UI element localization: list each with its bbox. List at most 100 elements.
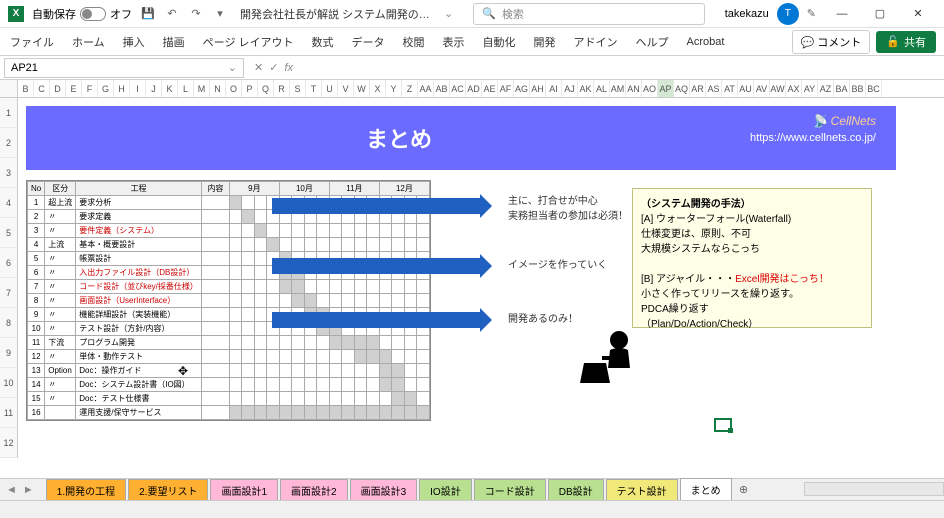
col-header-R[interactable]: R	[274, 80, 290, 97]
col-header-Y[interactable]: Y	[386, 80, 402, 97]
col-header-T[interactable]: T	[306, 80, 322, 97]
tab-nav-arrows[interactable]: ◄ ►	[6, 484, 34, 496]
new-sheet-button[interactable]: ⊕	[734, 483, 754, 496]
col-header-K[interactable]: K	[162, 80, 178, 97]
col-header-AO[interactable]: AO	[642, 80, 658, 97]
col-header-AG[interactable]: AG	[514, 80, 530, 97]
username-label[interactable]: takekazu	[725, 8, 769, 20]
col-header-AH[interactable]: AH	[530, 80, 546, 97]
row-header-9[interactable]: 9	[0, 338, 17, 368]
col-header-H[interactable]: H	[114, 80, 130, 97]
row-header-4[interactable]: 4	[0, 188, 17, 218]
redo-icon[interactable]: ↷	[188, 6, 204, 22]
sheet-tab-2.要望リスト[interactable]: 2.要望リスト	[128, 479, 208, 501]
horizontal-scrollbar[interactable]	[804, 478, 944, 500]
col-header-AN[interactable]: AN	[626, 80, 642, 97]
ribbon-tab-ホーム[interactable]: ホーム	[70, 30, 107, 54]
ribbon-tab-ページ レイアウト[interactable]: ページ レイアウト	[201, 30, 296, 54]
col-header-BB[interactable]: BB	[850, 80, 866, 97]
sheet-tab-画面設計1[interactable]: 画面設計1	[210, 479, 278, 501]
cancel-icon[interactable]: ✕	[254, 61, 263, 74]
col-header-X[interactable]: X	[370, 80, 386, 97]
fx-icon[interactable]: fx	[284, 62, 293, 74]
row-header-1[interactable]: 1	[0, 98, 17, 128]
worksheet-area[interactable]: 123456789101112 まとめ 📡 CellNets https://w…	[0, 98, 944, 478]
col-header-AS[interactable]: AS	[706, 80, 722, 97]
row-header-3[interactable]: 3	[0, 158, 17, 188]
col-header-S[interactable]: S	[290, 80, 306, 97]
col-header-AX[interactable]: AX	[786, 80, 802, 97]
avatar[interactable]: T	[777, 3, 799, 25]
col-header-O[interactable]: O	[226, 80, 242, 97]
ribbon-tab-ファイル[interactable]: ファイル	[8, 30, 56, 54]
ribbon-tab-校閲[interactable]: 校閲	[401, 30, 427, 54]
col-header-AE[interactable]: AE	[482, 80, 498, 97]
maximize-button[interactable]: ▢	[862, 2, 898, 26]
col-header-W[interactable]: W	[354, 80, 370, 97]
row-header-6[interactable]: 6	[0, 248, 17, 278]
col-header-AC[interactable]: AC	[450, 80, 466, 97]
col-header-AT[interactable]: AT	[722, 80, 738, 97]
ribbon-tab-ヘルプ[interactable]: ヘルプ	[634, 30, 671, 54]
col-header-AF[interactable]: AF	[498, 80, 514, 97]
search-input[interactable]: 🔍 検索	[473, 3, 705, 25]
row-header-2[interactable]: 2	[0, 128, 17, 158]
sheet-tab-まとめ[interactable]: まとめ	[680, 478, 732, 502]
col-header-AM[interactable]: AM	[610, 80, 626, 97]
col-header-B[interactable]: B	[18, 80, 34, 97]
sheet-tab-画面設計2[interactable]: 画面設計2	[280, 479, 348, 501]
row-header-12[interactable]: 12	[0, 428, 17, 458]
col-header-V[interactable]: V	[338, 80, 354, 97]
autosave-toggle[interactable]: 自動保存 オフ	[32, 6, 132, 22]
col-header-M[interactable]: M	[194, 80, 210, 97]
sheet-tab-DB設計[interactable]: DB設計	[548, 479, 604, 501]
col-header-AD[interactable]: AD	[466, 80, 482, 97]
namebox-dropdown-icon[interactable]: ⌄	[228, 61, 237, 74]
close-button[interactable]: ✕	[900, 2, 936, 26]
col-header-G[interactable]: G	[98, 80, 114, 97]
col-header-P[interactable]: P	[242, 80, 258, 97]
ribbon-tab-アドイン[interactable]: アドイン	[572, 30, 620, 54]
sheet-tab-画面設計3[interactable]: 画面設計3	[350, 479, 418, 501]
sheet-tab-IO設計[interactable]: IO設計	[419, 479, 472, 501]
title-dropdown-icon[interactable]: ⌄	[444, 7, 453, 20]
col-header-C[interactable]: C	[34, 80, 50, 97]
col-header-AY[interactable]: AY	[802, 80, 818, 97]
col-header-AZ[interactable]: AZ	[818, 80, 834, 97]
col-header-AI[interactable]: AI	[546, 80, 562, 97]
ribbon-tab-データ[interactable]: データ	[350, 30, 387, 54]
ribbon-tab-描画[interactable]: 描画	[161, 30, 187, 54]
ribbon-tab-挿入[interactable]: 挿入	[121, 30, 147, 54]
prev-sheet-icon[interactable]: ◄	[6, 484, 17, 496]
col-header-F[interactable]: F	[82, 80, 98, 97]
col-header-J[interactable]: J	[146, 80, 162, 97]
enter-icon[interactable]: ✓	[269, 61, 278, 74]
col-header-AR[interactable]: AR	[690, 80, 706, 97]
ribbon-tab-数式[interactable]: 数式	[310, 30, 336, 54]
save-icon[interactable]: 💾	[140, 6, 156, 22]
sheet-tab-1.開発の工程[interactable]: 1.開発の工程	[46, 479, 126, 501]
minimize-button[interactable]: —	[824, 2, 860, 26]
row-header-10[interactable]: 10	[0, 368, 17, 398]
ink-icon[interactable]: ✎	[807, 7, 816, 20]
undo-icon[interactable]: ↶	[164, 6, 180, 22]
col-header-BA[interactable]: BA	[834, 80, 850, 97]
col-header-Q[interactable]: Q	[258, 80, 274, 97]
document-title[interactable]: 開発会社社長が解説 システム開発の工程…	[240, 6, 440, 22]
col-header-N[interactable]: N	[210, 80, 226, 97]
col-header-AW[interactable]: AW	[770, 80, 786, 97]
banner-url[interactable]: https://www.cellnets.co.jp/	[750, 132, 876, 144]
comment-button[interactable]: 💬 コメント	[792, 30, 871, 54]
ribbon-tab-自動化[interactable]: 自動化	[481, 30, 518, 54]
col-header-AJ[interactable]: AJ	[562, 80, 578, 97]
col-header-E[interactable]: E	[66, 80, 82, 97]
col-header-BC[interactable]: BC	[866, 80, 882, 97]
ribbon-tab-Acrobat[interactable]: Acrobat	[685, 32, 727, 52]
col-header-AA[interactable]: AA	[418, 80, 434, 97]
col-header-AU[interactable]: AU	[738, 80, 754, 97]
col-header-AK[interactable]: AK	[578, 80, 594, 97]
sheet-tab-コード設計[interactable]: コード設計	[474, 479, 546, 501]
ribbon-tab-開発[interactable]: 開発	[532, 30, 558, 54]
row-header-8[interactable]: 8	[0, 308, 17, 338]
col-header-I[interactable]: I	[130, 80, 146, 97]
